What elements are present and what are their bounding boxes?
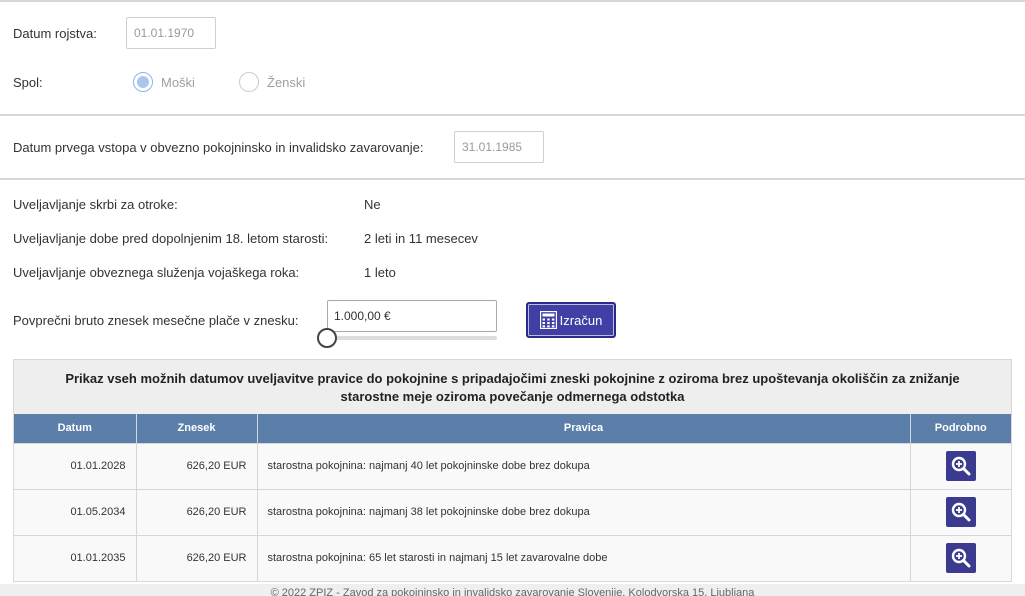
zoom-in-icon [951, 456, 971, 476]
gender-female-label: Ženski [267, 75, 306, 90]
table-row: 01.05.2034 626,20 EUR starostna pokojnin… [14, 488, 1011, 535]
gender-label: Spol: [13, 75, 43, 90]
row-details-cell [910, 488, 1011, 535]
results-table: Datum Znesek Pravica Podrobno 01.01.2028… [14, 414, 1011, 581]
row-amount: 626,20 EUR [136, 488, 258, 535]
salary-amount-input[interactable] [327, 300, 497, 332]
row-date: 01.01.2028 [14, 442, 137, 489]
gender-radio-male[interactable] [133, 72, 153, 92]
claim-label-under18: Uveljavljanje dobe pred dopolnjenim 18. … [13, 231, 329, 246]
row-right: starostna pokojnina: najmanj 38 let poko… [257, 488, 911, 535]
claim-label-children: Uveljavljanje skrbi za otroke: [13, 197, 178, 212]
row-right: starostna pokojnina: najmanj 40 let poko… [257, 442, 911, 489]
section-divider-2 [0, 178, 1025, 180]
row-amount: 626,20 EUR [136, 442, 258, 489]
insurance-entry-field[interactable] [454, 131, 544, 163]
gender-radio-female[interactable] [239, 72, 259, 92]
footer-text: © 2022 ZPIZ - Zavod za pokojninsko in in… [270, 587, 755, 596]
column-header-right: Pravica [257, 414, 911, 443]
birth-date-label: Datum rojstva: [13, 26, 97, 41]
salary-label: Povprečni bruto znesek mesečne plače v z… [13, 313, 299, 328]
claim-value-under18: 2 leti in 11 mesecev [364, 231, 478, 246]
results-title: Prikaz vseh možnih datumov uveljavitve p… [14, 360, 1011, 414]
row-right: starostna pokojnina: 65 let starosti in … [257, 534, 911, 581]
results-panel: Prikaz vseh možnih datumov uveljavitve p… [13, 359, 1012, 582]
calculate-button[interactable]: Izračun [526, 302, 616, 338]
row-details-cell [910, 442, 1011, 489]
insurance-entry-label: Datum prvega vstopa v obvezno pokojninsk… [13, 140, 424, 155]
row-date: 01.01.2035 [14, 534, 137, 581]
top-divider [0, 0, 1025, 2]
claim-value-military: 1 leto [364, 265, 396, 280]
claim-value-children: Ne [364, 197, 381, 212]
calculate-button-label: Izračun [559, 312, 603, 328]
calculator-icon [539, 311, 557, 329]
column-header-date: Datum [14, 414, 137, 443]
table-row: 01.01.2035 626,20 EUR starostna pokojnin… [14, 534, 1011, 581]
row-details-cell [910, 534, 1011, 581]
details-button[interactable] [945, 451, 976, 481]
table-row: 01.01.2028 626,20 EUR starostna pokojnin… [14, 442, 1011, 489]
footer: © 2022 ZPIZ - Zavod za pokojninsko in in… [0, 584, 1025, 596]
column-header-details: Podrobno [910, 414, 1011, 443]
details-button[interactable] [945, 543, 976, 574]
row-date: 01.05.2034 [14, 488, 137, 535]
details-button[interactable] [945, 497, 976, 527]
gender-male-label: Moški [161, 75, 195, 90]
zoom-in-icon [951, 502, 971, 522]
row-amount: 626,20 EUR [136, 534, 258, 581]
claim-label-military: Uveljavljanje obveznega služenja vojaške… [13, 265, 300, 280]
salary-slider-track[interactable] [327, 336, 497, 340]
section-divider-1 [0, 114, 1025, 116]
results-header-row: Datum Znesek Pravica Podrobno [14, 414, 1011, 443]
zoom-in-icon [951, 549, 971, 568]
birth-date-field[interactable] [126, 17, 216, 49]
column-header-amount: Znesek [136, 414, 258, 443]
salary-slider-handle[interactable] [317, 328, 337, 348]
